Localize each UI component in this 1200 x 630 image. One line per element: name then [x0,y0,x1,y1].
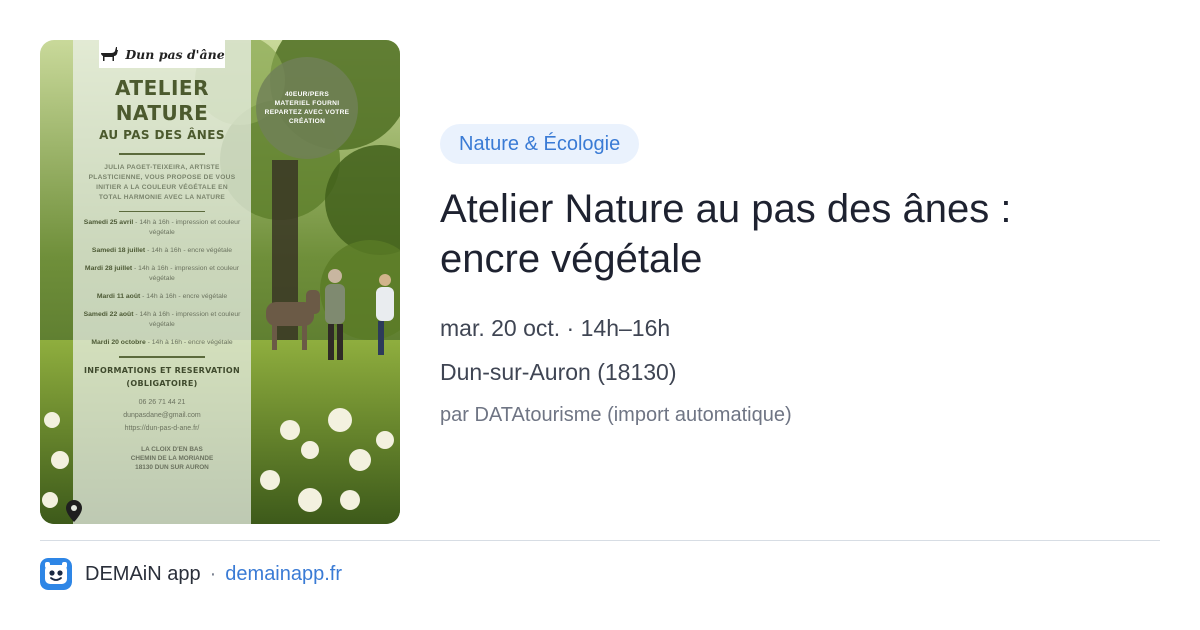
event-poster-image: 40EUR/PERS MATERIEL FOURNI REPARTEZ AVEC… [40,40,400,524]
date-day: Samedi 22 août [83,311,134,319]
location-pin-icon [66,500,82,522]
poster-subtitle: AU PAS DES ÂNES [99,128,225,142]
footer-divider [40,540,1160,541]
event-title-line: Atelier Nature au pas des ânes : [440,187,1012,231]
poster-address-line: CHEMIN DE LA MORIANDE [130,454,214,462]
date-detail: - 14h à 16h - impression et couleur végé… [135,219,241,237]
poster-date-item: Mardi 20 octobre - 14h à 16h - encre vég… [73,338,251,348]
event-location: Dun-sur-Auron (18130) [440,359,677,385]
poster-address-line: LA CLOIX D'EN BAS [141,445,203,453]
badge-line: REPARTEZ AVEC VOTRE [264,109,350,116]
poster-date-item: Samedi 18 juillet - 14h à 16h - encre vé… [73,246,251,256]
event-title-line: encre végétale [440,237,703,281]
date-day: Mardi 20 octobre [91,339,146,347]
poster-date-item: Samedi 25 avril - 14h à 16h - impression… [73,218,251,238]
poster-info-heading: INFORMATIONS ET RESERVATION (OBLIGATOIRE… [83,365,241,388]
date-detail: - 14h à 16h - encre végétale [147,339,233,347]
date-detail: - 14h à 16h - encre végétale [142,293,228,301]
poster-website: https://dun-pas-d-ane.fr/ [124,424,200,432]
donkey-logo-icon [101,47,119,61]
badge-line: 40EUR/PERS [284,91,330,98]
event-title: Atelier Nature au pas des ânes : encre v… [440,184,1140,284]
poster-title-line: ATELIER [115,76,209,100]
poster-dates-list: Samedi 25 avril - 14h à 16h - impression… [73,218,251,348]
poster-date-item: Mardi 11 août - 14h à 16h - encre végéta… [73,292,251,302]
badge-line: MATERIEL FOURNI [274,100,340,107]
date-detail: - 14h à 16h - impression et couleur végé… [135,311,241,329]
app-name: DEMAiN app [85,562,201,585]
category-tag[interactable]: Nature & Écologie [440,124,640,164]
event-datetime: mar. 20 oct. · 14h–16h [440,315,671,341]
footer-separator: · [209,562,217,585]
poster-divider [119,210,205,213]
poster-divider [119,356,205,358]
poster-email: dunpasdane@gmail.com [123,411,201,419]
poster-date-item: Samedi 22 août - 14h à 16h - impression … [73,310,251,330]
footer: DEMAiN app · demainapp.fr [40,557,342,591]
price-badge: 40EUR/PERS MATERIEL FOURNI REPARTEZ AVEC… [256,57,358,159]
date-day: Samedi 18 juillet [91,247,146,255]
poster-divider [119,153,205,155]
event-source: par DATAtourisme (import automatique) [440,404,792,426]
app-website-link[interactable]: demainapp.fr [225,563,342,586]
date-day: Mardi 28 juillet [84,265,133,273]
date-day: Mardi 11 août [96,293,141,301]
poster-contact: 06 26 71 44 21 dunpasdane@gmail.com http… [73,396,251,435]
poster-title: ATELIER NATURE [73,76,251,126]
poster-date-item: Mardi 28 juillet - 14h à 16h - impressio… [73,264,251,284]
poster-phone: 06 26 71 44 21 [138,398,186,406]
demain-app-icon [40,558,72,590]
date-day: Samedi 25 avril [83,219,134,227]
date-detail: - 14h à 16h - impression et couleur végé… [134,265,240,283]
date-detail: - 14h à 16h - encre végétale [147,247,233,255]
poster-address: LA CLOIX D'EN BAS CHEMIN DE LA MORIANDE … [73,445,251,472]
poster-address-line: 18130 DUN SUR AURON [135,463,209,471]
poster-text-panel: Dun pas d'âne ATELIER NATURE AU PAS DES … [73,40,251,524]
poster-brand-name: Dun pas d'âne [125,46,225,62]
badge-line: CRÉATION [288,118,326,125]
poster-title-line: NATURE [115,101,209,125]
poster-brand: Dun pas d'âne [99,40,225,68]
poster-intro: JULIA PAGET-TEIXEIRA, ARTISTE PLASTICIEN… [88,163,236,202]
